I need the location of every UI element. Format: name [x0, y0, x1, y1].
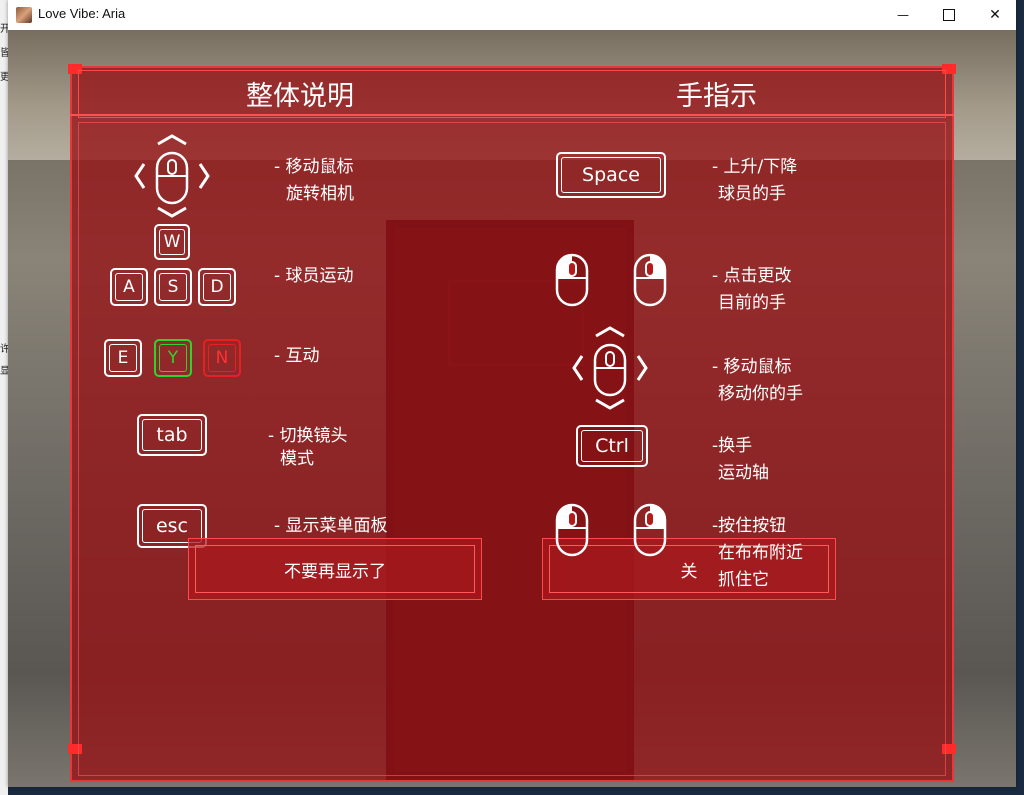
key-e: E: [104, 339, 142, 377]
key-tab: tab: [137, 414, 207, 456]
key-w: W: [154, 224, 190, 260]
title-bar[interactable]: Love Vibe: Aria — ✕: [8, 0, 1016, 30]
arrows-icon: [572, 326, 648, 410]
close-icon: ✕: [989, 7, 1001, 23]
mouse-desc-2: 旋转相机: [286, 184, 354, 204]
mouse-left-hold-icon: [554, 502, 590, 558]
desktop-background: 开 皆 更 许 显: [0, 0, 10, 795]
mouse-desc-1: - 移动鼠标: [274, 157, 354, 177]
minimize-button[interactable]: —: [880, 0, 926, 30]
maximize-icon: [943, 9, 955, 21]
click-desc-1: - 点击更改: [712, 266, 792, 286]
window-title: Love Vibe: Aria: [38, 6, 126, 21]
ctrl-desc-1: -换手: [712, 436, 753, 456]
app-window: Love Vibe: Aria — ✕ 整体说明 手指示 - 移动鼠标 旋转相机: [8, 0, 1016, 787]
wasd-desc: - 球员运动: [274, 266, 354, 286]
panel-header: [78, 70, 946, 118]
dont-show-again-button[interactable]: 不要再显示了: [188, 538, 482, 600]
key-y: Y: [154, 339, 192, 377]
space-desc-2: 球员的手: [718, 184, 786, 204]
interact-desc: - 互动: [274, 346, 320, 366]
hold-desc-1: -按住按钮: [712, 516, 787, 536]
move-desc-1: - 移动鼠标: [712, 357, 792, 377]
mouse-left-click-icon: [554, 252, 590, 308]
tab-desc-2: 模式: [280, 449, 314, 469]
key-s: S: [154, 268, 192, 306]
key-a: A: [110, 268, 148, 306]
key-d: D: [198, 268, 236, 306]
minimize-icon: —: [897, 8, 909, 22]
game-viewport: 整体说明 手指示 - 移动鼠标 旋转相机 W A S D - 球员运动 E Y …: [8, 30, 1016, 787]
esc-desc: - 显示菜单面板: [274, 516, 388, 536]
key-ctrl: Ctrl: [576, 425, 648, 467]
left-heading: 整体说明: [246, 81, 354, 112]
hold-desc-3: 抓住它: [718, 570, 769, 590]
panel-content-frame: [78, 122, 946, 776]
app-icon: [16, 7, 32, 23]
ctrl-desc-2: 运动轴: [718, 463, 769, 483]
maximize-button[interactable]: [926, 0, 972, 30]
key-space: Space: [556, 152, 666, 198]
mouse-right-click-icon: [632, 252, 668, 308]
right-heading: 手指示: [676, 81, 757, 112]
move-desc-2: 移动你的手: [718, 384, 803, 404]
key-n: N: [203, 339, 241, 377]
mouse-right-hold-icon: [632, 502, 668, 558]
close-window-button[interactable]: ✕: [972, 0, 1018, 30]
space-desc-1: - 上升/下降: [712, 157, 798, 177]
hold-desc-2: 在布布附近: [718, 543, 803, 563]
arrows-icon: [134, 134, 210, 218]
header-divider: [70, 114, 954, 116]
click-desc-2: 目前的手: [718, 293, 786, 313]
